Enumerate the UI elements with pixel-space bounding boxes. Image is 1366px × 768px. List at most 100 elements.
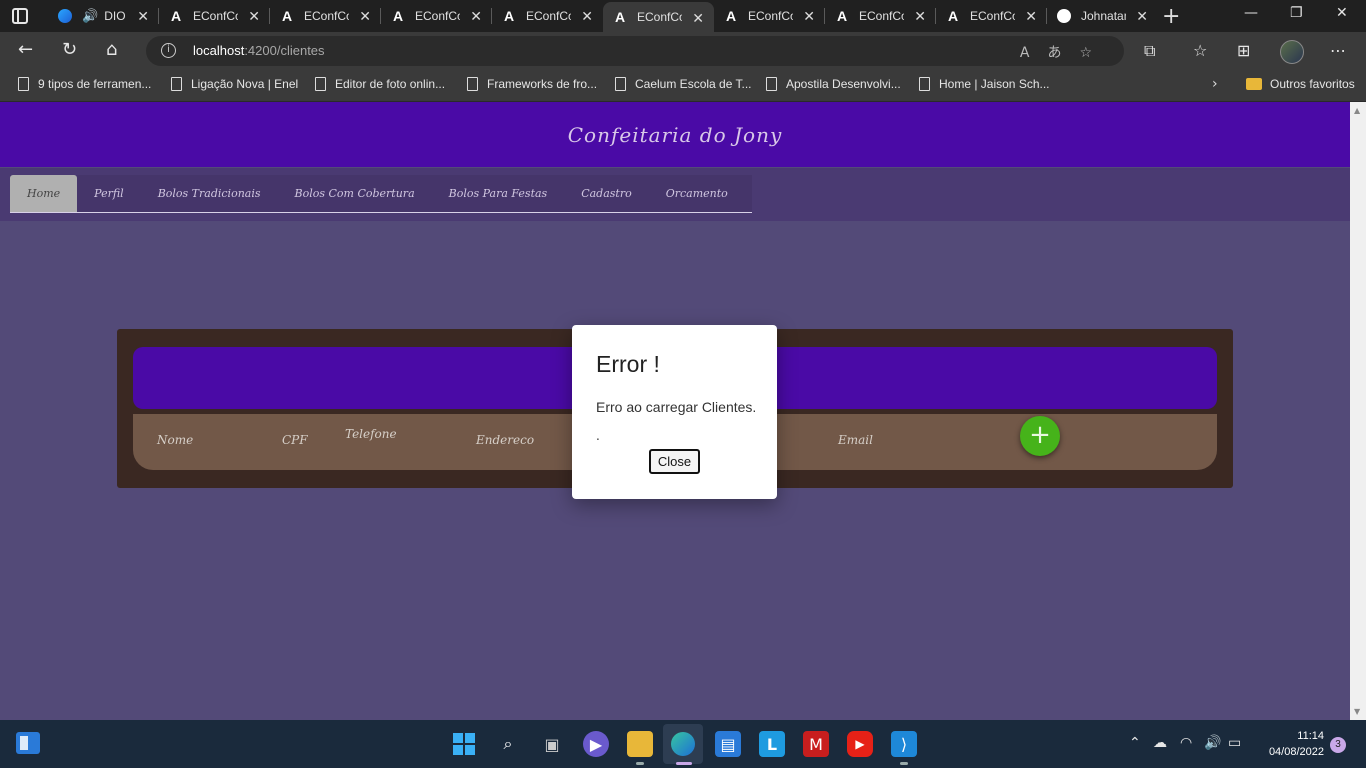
angular-icon: A: [392, 8, 404, 24]
info-icon[interactable]: i: [161, 43, 176, 58]
url-text[interactable]: localhost:4200/clientes: [193, 43, 325, 58]
nav-bolos-tradicionais[interactable]: Bolos Tradicionais: [141, 175, 278, 212]
app-indicator-active: [676, 762, 692, 765]
more-icon[interactable]: ⋯: [1330, 41, 1346, 60]
column-nome: Nome: [157, 433, 194, 447]
url-host: localhost: [193, 43, 245, 58]
favorite-item[interactable]: 9 tipos de ferramen...: [18, 77, 151, 91]
restore-icon[interactable]: ❐: [1290, 5, 1303, 21]
column-email: Email: [838, 433, 873, 447]
scroll-up-icon[interactable]: ▲: [1354, 106, 1360, 115]
close-button[interactable]: Close: [649, 449, 700, 474]
close-icon[interactable]: ✕: [914, 8, 926, 25]
favorite-item[interactable]: Editor de foto onlin...: [315, 77, 445, 91]
nav-home[interactable]: Home: [10, 175, 78, 212]
extensions-icon[interactable]: ⧉: [1144, 41, 1155, 61]
speaker-icon[interactable]: 🔊: [82, 8, 98, 24]
tab-econf-7[interactable]: A EConfCo ✕: [825, 0, 936, 32]
collections-icon[interactable]: ⊞: [1237, 41, 1250, 60]
widgets-icon[interactable]: [16, 732, 40, 754]
folder-icon: [1246, 78, 1262, 90]
refresh-icon[interactable]: ↻: [62, 40, 77, 60]
read-aloud-icon[interactable]: A: [1020, 45, 1048, 61]
nav-bolos-com-cobertura[interactable]: Bolos Com Cobertura: [278, 175, 432, 212]
volume-icon[interactable]: 🔊: [1204, 735, 1221, 751]
scroll-down-icon[interactable]: ▼: [1354, 707, 1360, 716]
tab-econf-1[interactable]: A EConfCo ✕: [159, 0, 270, 32]
clock[interactable]: 11:14 04/08/2022: [1258, 728, 1324, 760]
favorite-item[interactable]: Frameworks de fro...: [467, 77, 597, 91]
profile-avatar[interactable]: [1280, 40, 1304, 64]
nav-perfil[interactable]: Perfil: [77, 175, 141, 212]
site-title: Confeitaria do Jony: [567, 122, 783, 147]
dialog-detail: .: [596, 429, 600, 443]
battery-icon[interactable]: ▭: [1228, 735, 1241, 751]
close-window-icon[interactable]: ✕: [1336, 5, 1348, 21]
favorite-item[interactable]: Apostila Desenvolvi...: [766, 77, 901, 91]
dialog-title: Error !: [596, 351, 660, 377]
close-icon[interactable]: ✕: [137, 8, 149, 25]
tab-label: EConfCo: [304, 9, 349, 23]
notification-badge[interactable]: 3: [1330, 737, 1346, 753]
site-header: Confeitaria do Jony: [0, 102, 1350, 167]
favorite-item[interactable]: Ligação Nova | Enel: [171, 77, 298, 91]
other-favorites[interactable]: Outros favoritos: [1246, 77, 1355, 91]
page-icon: [171, 77, 182, 91]
store-icon[interactable]: ▤: [715, 731, 741, 757]
favorite-add-icon[interactable]: ☆: [1079, 45, 1110, 61]
tab-econf-8[interactable]: A EConfCo ✕: [936, 0, 1047, 32]
close-icon[interactable]: ✕: [1136, 8, 1148, 25]
cloud-icon[interactable]: ☁: [1153, 735, 1167, 751]
close-icon[interactable]: ✕: [1025, 8, 1037, 25]
youtube-icon[interactable]: ▶: [847, 731, 873, 757]
tab-actions-icon[interactable]: [12, 8, 28, 24]
tab-github[interactable]: Johnatan ✕: [1047, 0, 1158, 32]
nav-bolos-para-festas[interactable]: Bolos Para Festas: [432, 175, 565, 212]
tab-econf-active[interactable]: A EConfCo ✕: [603, 2, 714, 32]
translate-icon[interactable]: あ: [1047, 45, 1079, 61]
close-icon[interactable]: ✕: [248, 8, 260, 25]
tab-econf-3[interactable]: A EConfCo ✕: [381, 0, 492, 32]
page-scrollbar[interactable]: ▲ ▼: [1350, 102, 1366, 720]
tab-dio[interactable]: 🔊 DIO ✕: [48, 0, 159, 32]
close-icon[interactable]: ✕: [581, 8, 593, 25]
chevron-right-icon[interactable]: ›: [1212, 76, 1218, 92]
search-icon[interactable]: ⌕: [495, 731, 521, 757]
url-actions: Aあ☆: [1020, 42, 1110, 62]
task-view-icon[interactable]: ▣: [539, 731, 565, 757]
tab-econf-6[interactable]: A EConfCo ✕: [714, 0, 825, 32]
favorites-icon[interactable]: ☆: [1193, 41, 1207, 60]
close-icon[interactable]: ✕: [359, 8, 371, 25]
nav-orcamento[interactable]: Orcamento: [649, 175, 745, 212]
chat-icon[interactable]: ▶: [583, 731, 609, 757]
vscode-icon[interactable]: ⟩: [891, 731, 917, 757]
add-client-button[interactable]: +: [1020, 416, 1060, 456]
favorite-item[interactable]: Home | Jaison Sch...: [919, 77, 1050, 91]
wifi-icon[interactable]: ◠: [1180, 735, 1192, 751]
web-page: Confeitaria do Jony Home Perfil Bolos Tr…: [0, 102, 1350, 720]
column-endereco: Endereco: [476, 433, 535, 447]
mcafee-icon[interactable]: M: [803, 731, 829, 757]
edge-taskbar-icon[interactable]: [663, 724, 703, 764]
back-icon[interactable]: ←: [18, 40, 33, 60]
url-path: :4200/clientes: [244, 43, 325, 58]
close-icon[interactable]: ✕: [803, 8, 815, 25]
home-icon[interactable]: ⌂: [106, 40, 117, 60]
favorite-item[interactable]: Caelum Escola de T...: [615, 77, 752, 91]
page-icon: [615, 77, 626, 91]
close-icon[interactable]: ✕: [470, 8, 482, 25]
nav-cadastro[interactable]: Cadastro: [564, 175, 649, 212]
close-icon[interactable]: ✕: [692, 10, 704, 27]
start-icon[interactable]: [453, 733, 475, 755]
tab-econf-4[interactable]: A EConfCo ✕: [492, 0, 603, 32]
angular-icon: A: [503, 8, 515, 24]
chevron-up-icon[interactable]: ⌃: [1129, 735, 1141, 751]
minimize-icon[interactable]: —: [1244, 5, 1258, 21]
file-explorer-icon[interactable]: [627, 731, 653, 757]
angular-icon: A: [836, 8, 848, 24]
tab-econf-2[interactable]: A EConfCo ✕: [270, 0, 381, 32]
new-tab-icon[interactable]: +: [1162, 4, 1180, 29]
address-bar[interactable]: i localhost:4200/clientes Aあ☆: [146, 36, 1124, 66]
app-l-icon[interactable]: L: [759, 731, 785, 757]
tab-label: EConfCo: [637, 10, 682, 24]
